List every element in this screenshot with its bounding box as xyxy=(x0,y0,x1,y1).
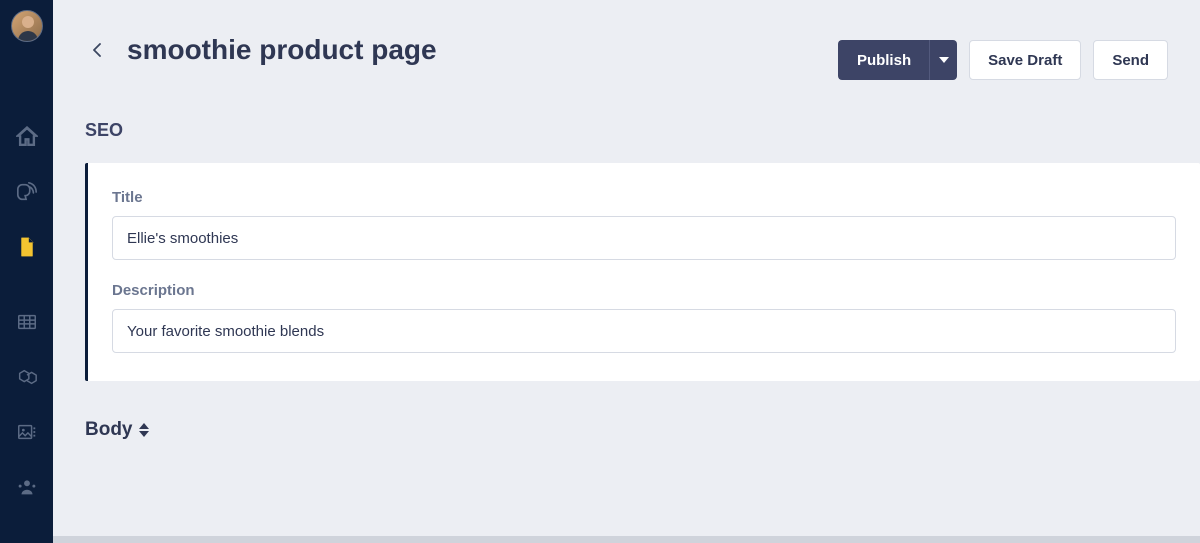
header: smoothie product page Publish Save Draft… xyxy=(53,0,1200,76)
chevron-left-icon xyxy=(93,43,101,57)
seo-section-heading: SEO xyxy=(53,76,1200,163)
save-draft-button[interactable]: Save Draft xyxy=(969,40,1081,80)
nav-users[interactable] xyxy=(0,467,53,507)
publish-button-group: Publish xyxy=(838,40,957,80)
sidebar xyxy=(0,0,53,543)
users-icon xyxy=(16,476,38,498)
body-reorder-handle[interactable] xyxy=(139,423,149,437)
caret-down-icon xyxy=(939,57,949,63)
body-section-header: Body xyxy=(53,381,1200,441)
publish-dropdown-toggle[interactable] xyxy=(929,40,957,80)
nav-page[interactable] xyxy=(0,227,53,267)
blog-icon xyxy=(16,181,38,203)
back-button[interactable] xyxy=(85,38,109,62)
send-button[interactable]: Send xyxy=(1093,40,1168,80)
seo-title-input[interactable] xyxy=(112,216,1176,260)
media-icon xyxy=(16,421,38,443)
page-title: smoothie product page xyxy=(127,34,838,66)
seo-description-input[interactable] xyxy=(112,309,1176,353)
header-actions: Publish Save Draft Send xyxy=(838,40,1168,80)
page-icon xyxy=(16,236,38,258)
seo-title-field: Title xyxy=(88,189,1200,282)
avatar[interactable] xyxy=(11,10,43,42)
nav-media[interactable] xyxy=(0,412,53,452)
modules-icon xyxy=(16,366,38,388)
nav-home[interactable] xyxy=(0,117,53,157)
seo-title-label: Title xyxy=(112,189,1176,206)
seo-card: Title Description xyxy=(85,163,1200,381)
publish-button[interactable]: Publish xyxy=(838,40,929,80)
chevron-down-icon xyxy=(139,431,149,437)
nav-modules[interactable] xyxy=(0,357,53,397)
body-section-heading: Body xyxy=(85,419,133,441)
table-icon xyxy=(16,311,38,333)
nav-table[interactable] xyxy=(0,302,53,342)
chevron-up-icon xyxy=(139,423,149,429)
seo-description-label: Description xyxy=(112,282,1176,299)
home-icon xyxy=(16,126,38,148)
main: smoothie product page Publish Save Draft… xyxy=(53,0,1200,543)
horizontal-scrollbar[interactable] xyxy=(53,536,1200,543)
nav-blog[interactable] xyxy=(0,172,53,212)
seo-description-field: Description xyxy=(88,282,1200,353)
